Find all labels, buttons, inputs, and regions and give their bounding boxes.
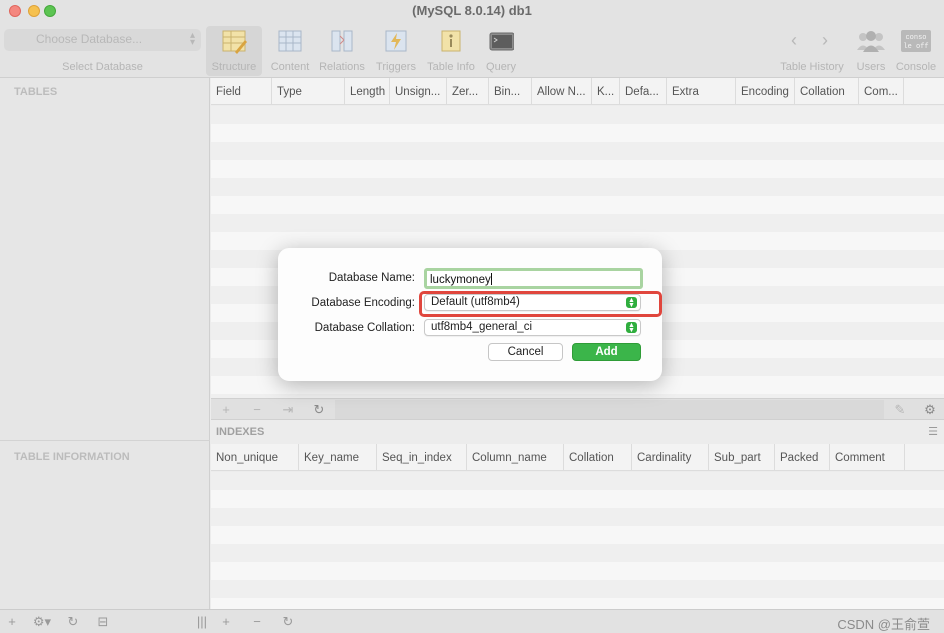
- history-back-icon[interactable]: ‹: [791, 30, 797, 51]
- history-forward-icon[interactable]: ›: [822, 30, 828, 51]
- add-database-dialog: Database Name: luckymoney Database Encod…: [278, 248, 662, 381]
- query-icon: [489, 32, 514, 51]
- cancel-button[interactable]: Cancel: [488, 343, 563, 361]
- add-table-icon[interactable]: +: [0, 613, 24, 630]
- svg-text:le off: le off: [903, 43, 928, 51]
- column-header-allow-null[interactable]: Allow N...: [532, 78, 592, 105]
- database-collation-value: utf8mb4_general_ci: [431, 321, 533, 333]
- column-header-extra[interactable]: Extra: [667, 78, 736, 105]
- column-header-packed[interactable]: Packed: [775, 444, 830, 471]
- relations-icon: [331, 30, 353, 52]
- table-information-header: TABLE INFORMATION: [14, 451, 130, 463]
- database-selector[interactable]: Choose Database... ▴ ▾: [4, 29, 201, 51]
- csdn-watermark: CSDN @王俞萱: [837, 617, 930, 632]
- column-header-collation-index[interactable]: Collation: [564, 444, 632, 471]
- column-header-unsigned[interactable]: Unsign...: [390, 78, 447, 105]
- triggers-tab-label: Triggers: [376, 61, 416, 73]
- chevron-updown-icon: ▴ ▾: [189, 30, 195, 48]
- structure-action-bar: + − ⇥ ↻ ✎ ⚙: [211, 398, 944, 420]
- indexes-title: INDEXES: [211, 421, 944, 443]
- refresh-tables-icon[interactable]: ↻: [61, 613, 85, 630]
- query-tab-label: Query: [486, 61, 516, 73]
- structure-column-header: Field Type Length Unsign... Zer... Bin..…: [211, 78, 944, 105]
- relations-tab-label: Relations: [319, 61, 365, 73]
- bottom-bar: + ⚙▾ ↻ ⊟ ||| + − ↻ CSDN @王俞萱: [0, 609, 944, 633]
- collation-updown-icon: ▲ ▼: [626, 322, 637, 334]
- filter-tables-icon[interactable]: ⊟: [91, 613, 115, 630]
- database-name-label: Database Name:: [328, 272, 415, 284]
- column-header-field[interactable]: Field: [211, 78, 272, 105]
- column-header-default[interactable]: Defa...: [620, 78, 667, 105]
- table-history-label: Table History: [780, 61, 844, 73]
- indexes-rows: [211, 472, 944, 609]
- indexes-column-header: Non_unique Key_name Seq_in_index Column_…: [211, 444, 944, 471]
- refresh-indexes-icon[interactable]: ↻: [276, 613, 300, 630]
- table-info-tab[interactable]: Table Info: [423, 26, 479, 76]
- column-header-zerofill[interactable]: Zer...: [447, 78, 489, 105]
- column-header-sub-part[interactable]: Sub_part: [709, 444, 775, 471]
- sidebar: TABLES TABLE INFORMATION: [0, 78, 210, 609]
- refresh-icon[interactable]: ↻: [306, 402, 332, 418]
- table-info-tab-label: Table Info: [427, 61, 475, 73]
- table-info-icon: [441, 30, 461, 52]
- column-header-seq-in-index[interactable]: Seq_in_index: [377, 444, 467, 471]
- add-index-icon[interactable]: +: [214, 613, 238, 630]
- column-header-non-unique[interactable]: Non_unique: [211, 444, 299, 471]
- gear-icon[interactable]: ⚙: [917, 402, 943, 418]
- svg-text:conso: conso: [905, 34, 926, 42]
- encoding-highlight-box: [419, 291, 662, 317]
- content-icon: [278, 30, 302, 52]
- column-header-cardinality[interactable]: Cardinality: [632, 444, 709, 471]
- console-button[interactable]: conso le off Console: [886, 26, 944, 76]
- column-header-comment[interactable]: Com...: [859, 78, 904, 105]
- column-header-key[interactable]: K...: [592, 78, 620, 105]
- window-title: (MySQL 8.0.14) db1: [412, 3, 532, 18]
- database-collation-select[interactable]: utf8mb4_general_ci ▲ ▼: [424, 319, 641, 336]
- structure-tab-label: Structure: [211, 61, 257, 73]
- edit-pencil-icon[interactable]: ✎: [887, 402, 913, 418]
- column-header-type[interactable]: Type: [272, 78, 345, 105]
- split-handle-icon[interactable]: |||: [190, 613, 214, 630]
- database-name-value: luckymoney: [430, 274, 491, 286]
- column-header-collation[interactable]: Collation: [795, 78, 859, 105]
- database-selector-caption: Select Database: [62, 61, 143, 73]
- database-collation-label: Database Collation:: [314, 322, 415, 334]
- console-label: Console: [895, 61, 937, 73]
- triggers-icon: [385, 30, 407, 52]
- table-gear-icon[interactable]: ⚙▾: [30, 613, 54, 630]
- duplicate-field-icon[interactable]: ⇥: [275, 402, 301, 418]
- column-header-binary[interactable]: Bin...: [489, 78, 532, 105]
- column-header-key-name[interactable]: Key_name: [299, 444, 377, 471]
- column-header-encoding[interactable]: Encoding: [736, 78, 795, 105]
- triggers-tab[interactable]: Triggers: [368, 26, 424, 76]
- query-tab[interactable]: Query: [473, 26, 529, 76]
- content-tab[interactable]: Content: [262, 26, 318, 76]
- structure-tab[interactable]: Structure: [206, 26, 262, 76]
- users-icon: [857, 31, 885, 52]
- column-header-length[interactable]: Length: [345, 78, 390, 105]
- sidebar-divider: [0, 440, 210, 441]
- structure-bar-spacer: [335, 400, 884, 419]
- relations-tab[interactable]: Relations: [314, 26, 370, 76]
- remove-field-icon[interactable]: −: [244, 402, 270, 418]
- column-header-index-comment[interactable]: Comment: [830, 444, 905, 471]
- text-caret: [490, 273, 492, 285]
- database-selector-label: Choose Database...: [36, 32, 143, 46]
- tables-header: TABLES: [14, 86, 58, 98]
- add-button[interactable]: Add: [572, 343, 641, 361]
- console-icon: conso le off: [901, 30, 931, 52]
- column-header-column-name[interactable]: Column_name: [467, 444, 564, 471]
- database-encoding-label: Database Encoding:: [311, 297, 415, 309]
- add-field-icon[interactable]: +: [213, 402, 239, 418]
- structure-icon: [222, 30, 247, 54]
- database-name-input[interactable]: luckymoney: [424, 268, 643, 289]
- content-tab-label: Content: [270, 61, 310, 73]
- window-toolbar: (MySQL 8.0.14) db1 Choose Database... ▴ ▾…: [0, 0, 944, 78]
- remove-index-icon[interactable]: −: [245, 613, 269, 630]
- indexes-menu-icon[interactable]: ☰: [928, 425, 938, 438]
